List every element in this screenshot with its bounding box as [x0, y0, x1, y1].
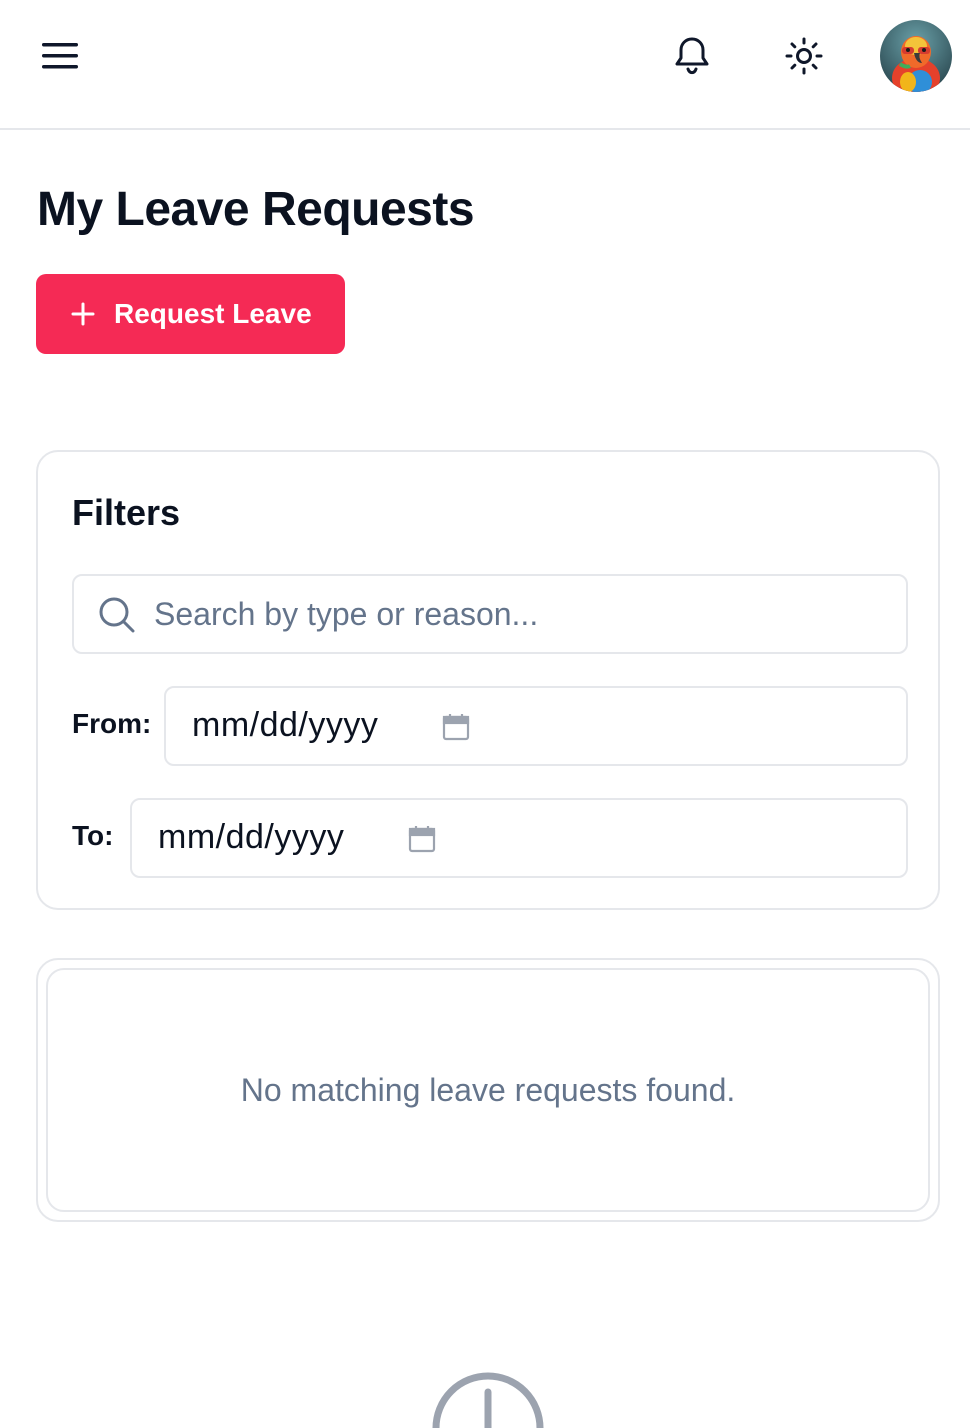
clock-icon	[432, 1372, 544, 1428]
search-input[interactable]	[154, 576, 884, 652]
notifications-button[interactable]	[668, 32, 716, 80]
filters-title: Filters	[72, 492, 181, 533]
request-leave-button[interactable]: Request Leave	[36, 274, 345, 354]
request-leave-label: Request Leave	[114, 298, 312, 329]
to-date-value: mm/dd/yyyy	[158, 818, 345, 856]
page-title: My Leave Requests	[37, 183, 475, 236]
empty-state: No matching leave requests found.	[46, 968, 930, 1212]
top-bar	[0, 0, 970, 130]
from-label: From:	[72, 708, 152, 739]
calendar-icon[interactable]	[442, 712, 470, 742]
filters-card: Filters From: mm/dd/yyyy To: mm/dd/yyyy	[36, 450, 940, 910]
theme-toggle-button[interactable]	[780, 32, 828, 80]
hamburger-menu-icon	[42, 43, 78, 69]
menu-button[interactable]	[36, 32, 84, 80]
plus-icon	[71, 302, 95, 326]
calendar-icon[interactable]	[408, 824, 436, 854]
sun-icon	[785, 37, 823, 75]
from-date-value: mm/dd/yyyy	[192, 706, 379, 744]
bell-icon	[675, 37, 709, 75]
search-field[interactable]	[72, 574, 908, 654]
to-date-field[interactable]: mm/dd/yyyy	[130, 798, 908, 878]
to-label: To:	[72, 820, 114, 851]
parrot-avatar-icon	[880, 20, 952, 92]
results-card: No matching leave requests found.	[36, 958, 940, 1222]
empty-message: No matching leave requests found.	[240, 1071, 736, 1108]
from-date-field[interactable]: mm/dd/yyyy	[164, 686, 908, 766]
user-avatar[interactable]	[880, 20, 952, 92]
search-icon	[99, 597, 135, 633]
